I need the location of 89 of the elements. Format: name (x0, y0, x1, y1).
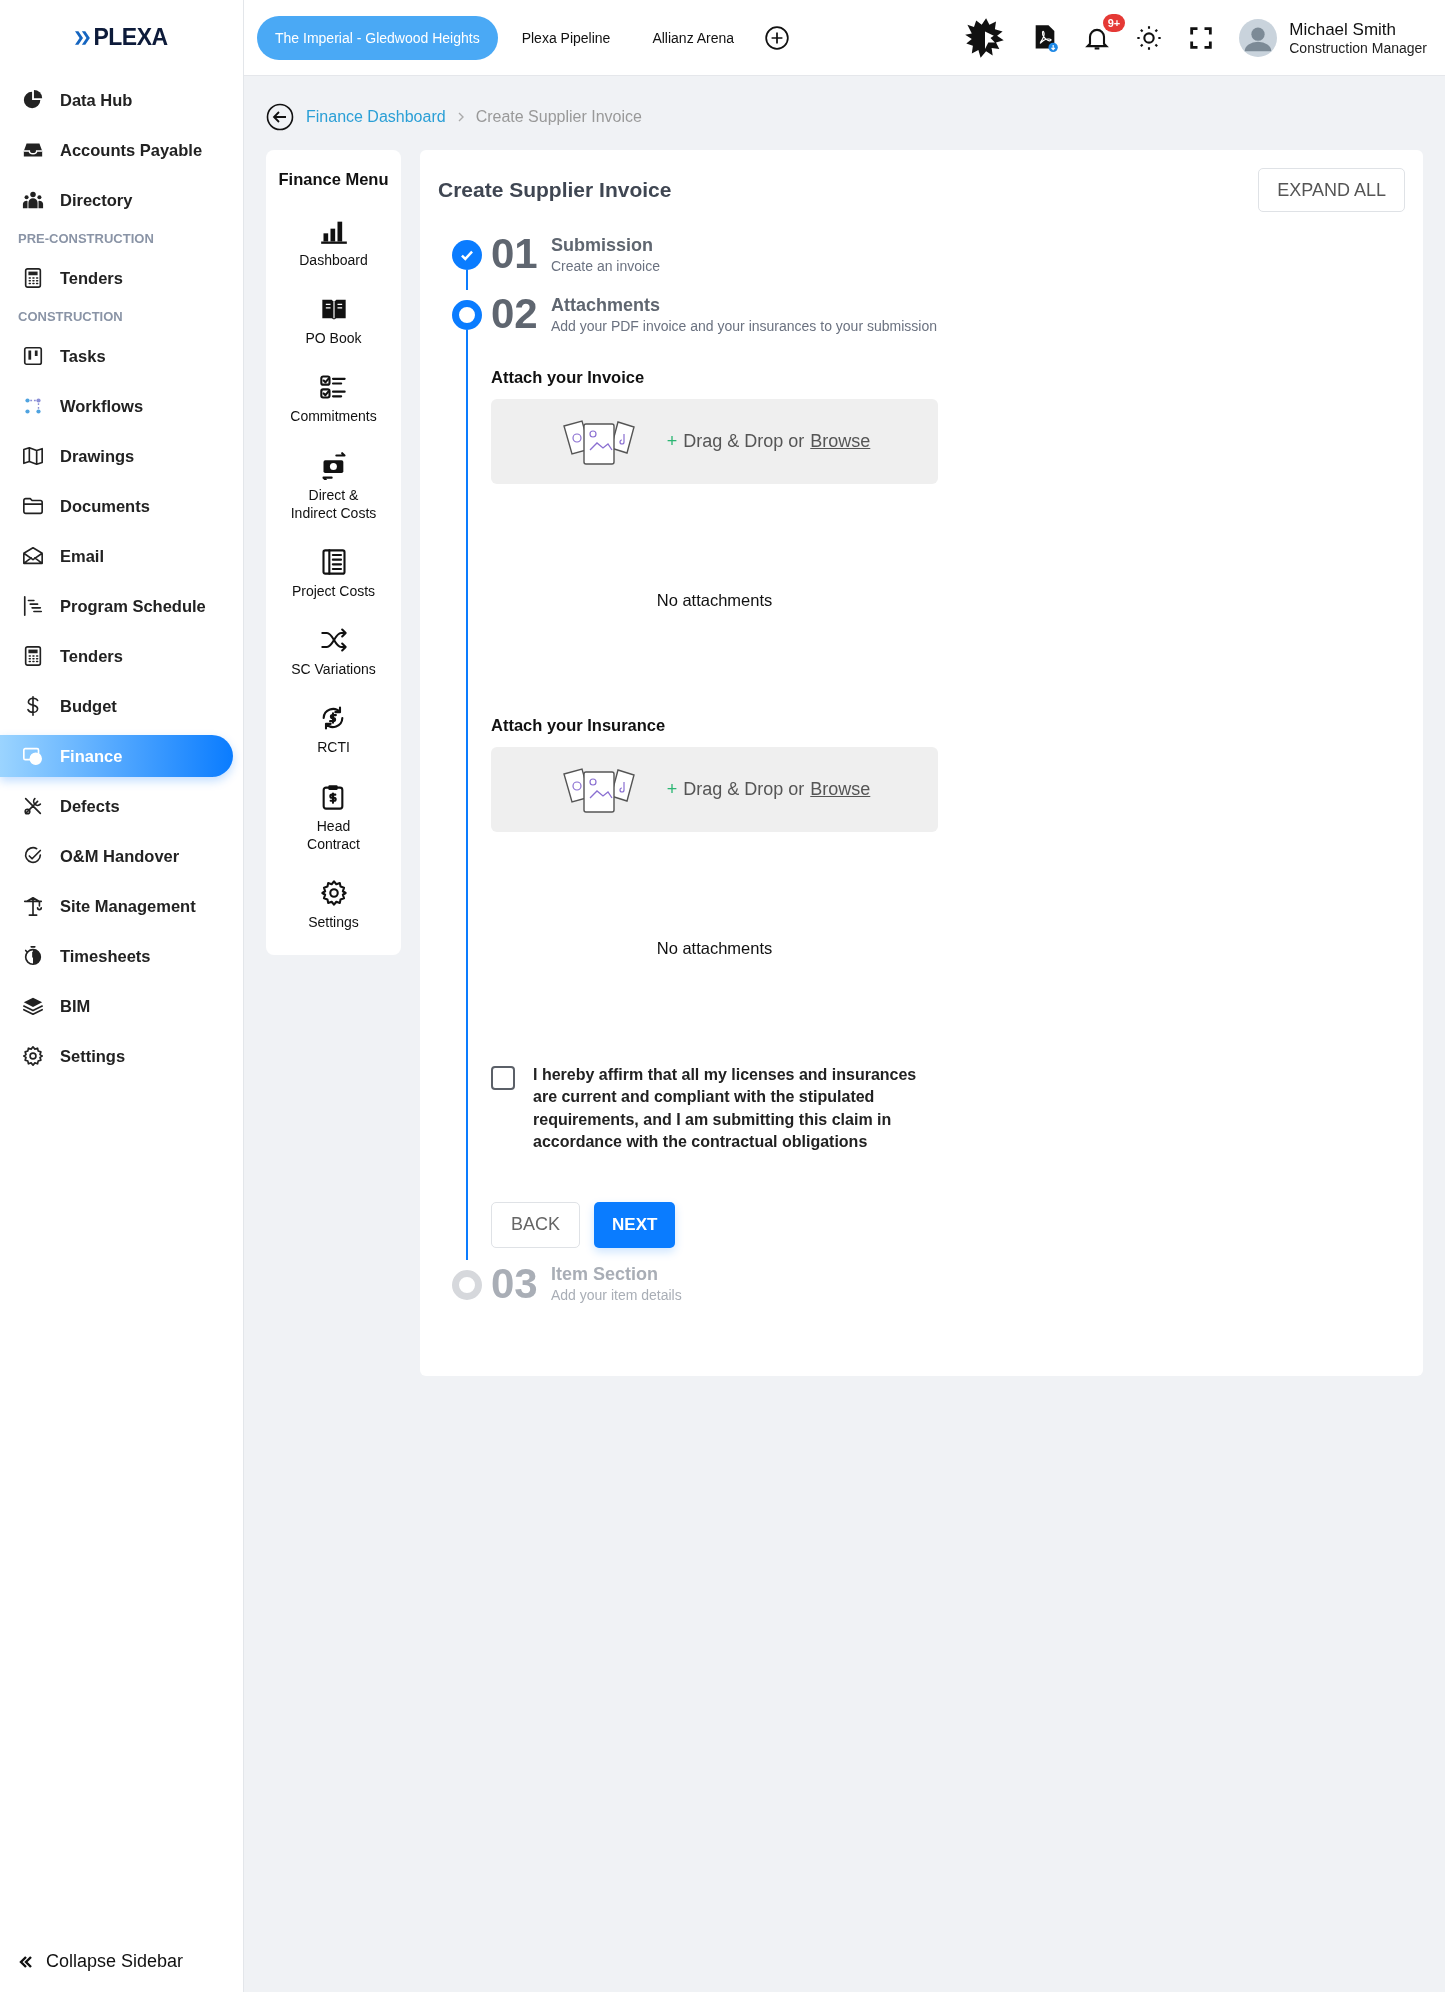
user-name: Michael Smith (1289, 19, 1397, 40)
calculator-icon (22, 267, 44, 289)
form-title: Create Supplier Invoice (438, 178, 672, 202)
step-number: 02 (491, 290, 539, 338)
sidebar-item[interactable]: Defects (0, 785, 233, 827)
step-number: 03 (491, 1259, 539, 1308)
affirmation-text: I hereby affirm that all my licenses and insurances are current and compliant with the stipulated requirements, and I am submitting this claim in accordance with the contractual obligations (533, 1065, 918, 1153)
step-title: Submission (551, 234, 654, 256)
sidebar-item[interactable]: Tasks (0, 335, 233, 377)
logo-text: PLEXA (93, 24, 168, 51)
sidebar-item[interactable]: Workflows (0, 385, 233, 427)
notification-badge: 9+ (1102, 13, 1126, 32)
sidebar-item[interactable]: Email (0, 535, 233, 577)
avatar-silhouette (1239, 18, 1278, 57)
add-circle-icon[interactable] (764, 24, 791, 51)
browse-link[interactable]: Browse (810, 431, 871, 452)
step-subtitle: Create an invoice (551, 257, 660, 274)
browse-link[interactable]: Browse (810, 779, 871, 800)
sidebar-item[interactable]: Directory (0, 179, 233, 221)
settings-icon[interactable] (319, 878, 348, 907)
sidebar-section-label: CONSTRUCTION (17, 308, 124, 326)
expand-all-button[interactable]: EXPAND ALL (1258, 168, 1405, 212)
calculator-icon (22, 645, 44, 667)
envelope-icon (22, 545, 44, 567)
finance-menu-item[interactable]: Commitments (290, 407, 377, 426)
drop-zone[interactable]: + Drag & Drop or Browse (491, 399, 938, 484)
settings-icon (22, 1045, 44, 1067)
sidebar-item[interactable]: BIM (0, 985, 233, 1027)
collapse-sidebar-button[interactable]: Collapse Sidebar (0, 1941, 243, 1982)
finance-menu-item[interactable]: PO Book (305, 329, 362, 348)
sidebar-item[interactable]: Program Schedule (0, 585, 233, 627)
attachment-heading: Attach your Invoice (491, 368, 646, 387)
empty-message: No attachments (656, 590, 773, 610)
nodes-icon (22, 395, 44, 417)
shuffle-icon[interactable] (319, 626, 348, 655)
affirmation-checkbox[interactable] (491, 1066, 515, 1090)
step-subtitle: Add your item details (551, 1287, 682, 1304)
step-title: Attachments (551, 294, 662, 316)
finance-menu-item[interactable]: Direct & Indirect Costs (290, 485, 377, 522)
sidebar-item[interactable]: Drawings (0, 435, 233, 477)
document-list-icon[interactable] (319, 547, 348, 576)
money-exchange-icon[interactable] (319, 451, 348, 480)
pie-chart-icon (22, 89, 44, 111)
finance-menu-item[interactable]: Head Contract (307, 816, 360, 853)
crane-icon (22, 895, 44, 917)
finance-menu-item[interactable]: RCTI (317, 738, 350, 757)
attachment-heading: Attach your Insurance (491, 716, 667, 735)
sidebar-item[interactable]: Data Hub (0, 79, 233, 121)
sidebar-item[interactable]: Tenders (0, 635, 233, 677)
empty-message: No attachments (656, 938, 773, 958)
sidebar-item[interactable]: Budget (0, 685, 233, 727)
sidebar-item[interactable]: Timesheets (0, 935, 233, 977)
sidebar-item[interactable]: Accounts Payable (0, 129, 233, 171)
people-icon (22, 189, 44, 211)
sidebar-section-label: PRE-CONSTRUCTION (17, 230, 155, 248)
sun-icon[interactable] (1135, 23, 1164, 52)
back-button[interactable]: BACK (491, 1201, 581, 1248)
sidebar-item[interactable]: Documents (0, 485, 233, 527)
double-chevron-left-icon (18, 1953, 34, 1970)
sidebar-item[interactable]: O&M Handover (0, 835, 233, 877)
board-icon (22, 345, 44, 367)
step-number: 01 (491, 230, 539, 278)
project-tab[interactable]: Plexa Pipeline (503, 15, 629, 60)
finance-menu-item[interactable]: Dashboard (299, 251, 368, 270)
plus-sign: + (666, 779, 678, 800)
finance-menu-item[interactable]: Settings (308, 912, 359, 932)
list-icon (22, 595, 44, 617)
sidebar-item[interactable]: Tenders (0, 257, 233, 299)
user-role: Construction Manager (1289, 39, 1427, 56)
map-icon (22, 445, 44, 467)
finance-menu-title: Finance Menu (278, 170, 389, 189)
sidebar-item[interactable]: Site Management (0, 885, 233, 927)
checklist-icon[interactable] (319, 373, 348, 402)
drop-zone-text: Drag & Drop or (683, 431, 805, 452)
drop-zone-text: Drag & Drop or (683, 779, 805, 800)
layers-icon (22, 995, 44, 1017)
breadcrumb-current: Create Supplier Invoice (475, 108, 642, 126)
next-button[interactable]: NEXT (594, 1201, 676, 1248)
project-tab[interactable]: Allianz Arena (634, 15, 753, 60)
drop-zone[interactable]: + Drag & Drop or Browse (491, 747, 938, 832)
folder-icon (22, 495, 44, 517)
sidebar-item[interactable]: Settings (0, 1035, 233, 1077)
logo-icon (75, 30, 92, 45)
step-title: Item Section (551, 1264, 660, 1286)
step-subtitle: Add your PDF invoice and your insurances to your submission (551, 317, 937, 334)
plus-sign: + (666, 431, 678, 452)
finance-menu-item[interactable]: SC Variations (291, 660, 376, 679)
finance-menu-item[interactable]: Project Costs (291, 581, 376, 601)
stopwatch-icon (22, 945, 44, 967)
